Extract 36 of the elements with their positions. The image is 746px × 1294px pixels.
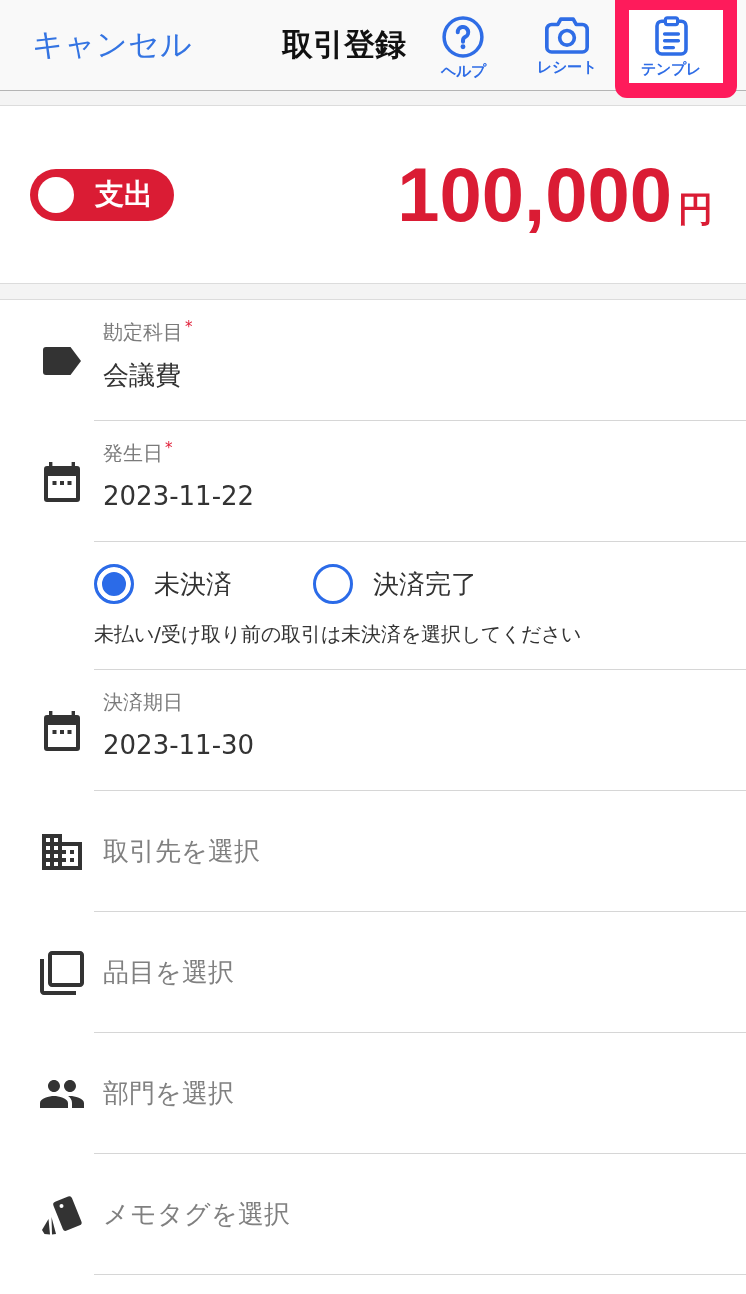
help-icon [442,16,484,58]
cards-icon [41,1194,83,1235]
radio-label[interactable]: 決済完了 [373,567,477,601]
people-icon [40,1079,84,1108]
field-label: 発生日 [103,441,163,465]
required-mark: * [165,441,173,456]
field-label: 勘定科目 [103,320,183,344]
radio-label[interactable]: 未決済 [154,567,232,601]
radio-button[interactable] [313,564,353,604]
field-label: 決済期日 [103,690,183,714]
camera-icon [545,16,589,54]
calendar-icon [44,461,80,502]
calendar-icon [44,710,80,751]
select-field[interactable]: 品目を選択 [94,912,746,1033]
toggle-knob-icon [38,176,74,213]
select-field[interactable]: 取引先を選択 [94,791,746,912]
cancel-button[interactable]: キャンセル [32,26,192,64]
field-value[interactable]: 会議費 [103,358,181,392]
help-button[interactable]: ヘルプ [440,0,486,80]
select-field[interactable]: 部門を選択 [94,1033,746,1154]
hint-text: 未払い/受け取り前の取引は未決済を選択してください [94,622,581,646]
receipt-button[interactable]: レシート [537,0,597,76]
field-value[interactable]: 2023-11-30 [103,728,255,762]
radio-button[interactable] [94,564,134,604]
template-button[interactable]: テンプレ [641,0,701,78]
clipboard-icon [654,16,688,56]
amount-value: 100,000 [397,156,672,233]
expense-toggle[interactable]: 支出 [30,168,174,221]
tag-icon [43,346,81,375]
field-value[interactable]: 2023-11-22 [103,479,255,513]
required-mark: * [185,320,193,335]
screen-title: 取引登録 [282,26,406,64]
building-icon [42,833,82,870]
select-field[interactable]: メモタグを選択 [94,1154,746,1275]
stacked-squares-icon [40,950,84,995]
currency-unit: 円 [678,191,713,227]
